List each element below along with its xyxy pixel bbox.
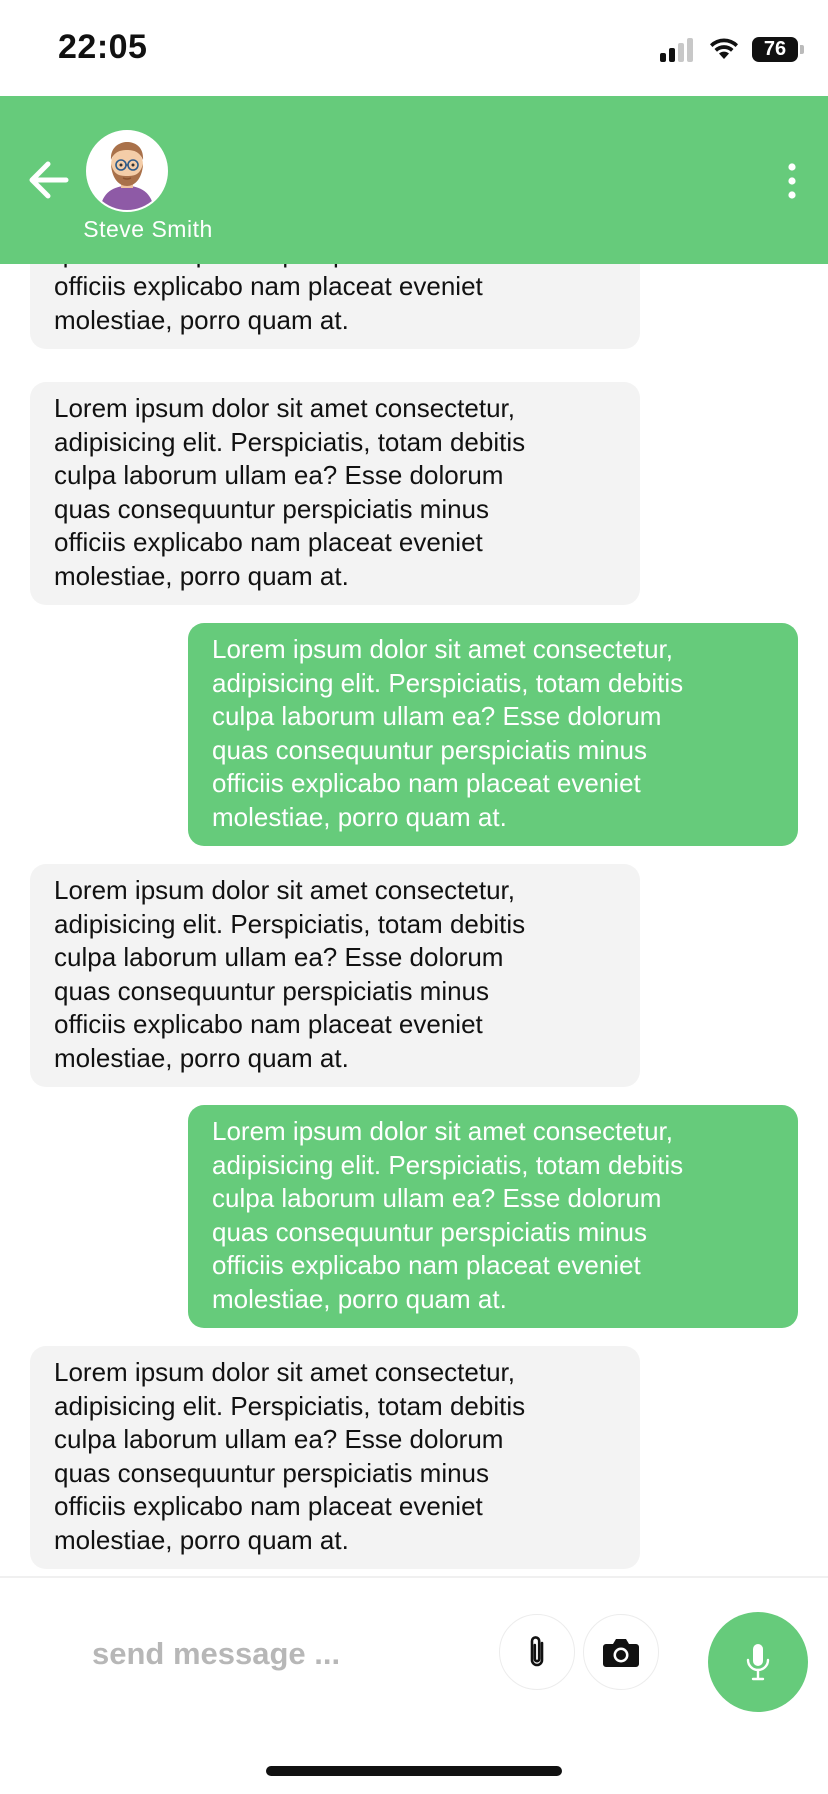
status-time: 22:05 [58,28,148,66]
arrow-left-icon [29,161,69,199]
voice-record-button[interactable] [708,1612,808,1712]
more-options-button[interactable] [780,162,804,200]
microphone-icon [746,1644,770,1681]
battery-level: 76 [763,37,787,60]
status-icons: 76 [660,34,804,64]
message-bubble-incoming[interactable]: Lorem ipsum dolor sit amet consectetur, … [30,1346,640,1569]
avatar[interactable] [86,130,168,212]
attach-button[interactable] [499,1614,575,1690]
contact-name: Steve Smith [83,216,213,242]
avatar-icon [88,132,166,210]
message-bubble-incoming[interactable]: Lorem ipsum dolor sit amet consectetur, … [30,864,640,1087]
message-list[interactable]: Lorem ipsum dolor sit amet consectetur, … [0,264,828,1576]
camera-button[interactable] [583,1614,659,1690]
battery-icon: 76 [752,36,804,62]
cellular-signal-icon [660,36,696,62]
camera-icon [603,1639,639,1667]
chat-header: Steve Smith [0,96,828,264]
back-button[interactable] [26,158,70,202]
home-indicator[interactable] [266,1766,562,1776]
more-vertical-icon [788,163,796,199]
message-bubble-outgoing[interactable]: Lorem ipsum dolor sit amet consectetur, … [188,1105,798,1328]
message-bubble-incoming[interactable]: Lorem ipsum dolor sit amet consectetur, … [30,382,640,605]
message-bubble-incoming[interactable]: Lorem ipsum dolor sit amet consectetur, … [30,264,640,349]
message-bubble-outgoing[interactable]: Lorem ipsum dolor sit amet consectetur, … [188,623,798,846]
paperclip-icon [530,1636,544,1667]
wifi-icon [710,38,738,59]
message-composer [0,1576,828,1794]
status-bar: 22:05 76 [0,0,828,96]
message-input[interactable] [76,1622,498,1686]
